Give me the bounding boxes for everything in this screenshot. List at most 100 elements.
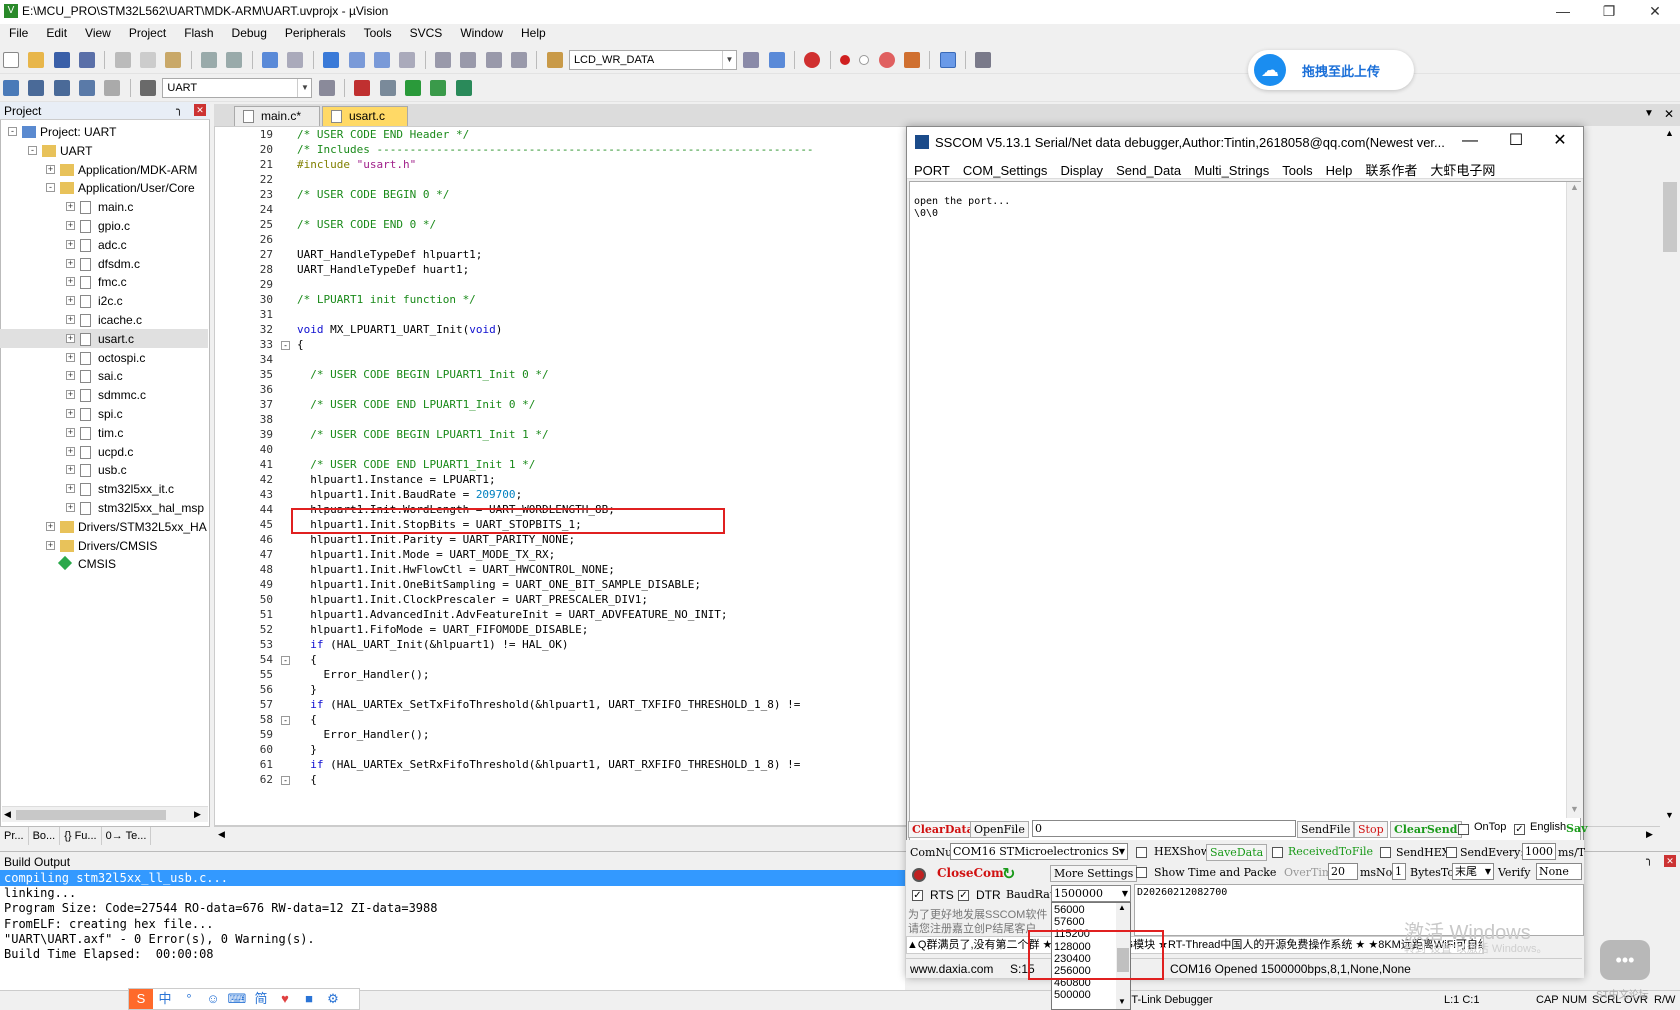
baud-rate-select[interactable]: 1500000 ▼ xyxy=(1051,885,1131,902)
chevron-down-icon[interactable]: ▼ xyxy=(721,51,736,69)
sscom-menu-item[interactable]: Help xyxy=(1319,160,1359,178)
translate-icon[interactable] xyxy=(3,80,19,96)
scroll-up-icon[interactable]: ▲ xyxy=(1118,903,1126,912)
ime-simplified-icon[interactable]: 简 xyxy=(249,989,273,1009)
rts-checkbox[interactable]: ✓ xyxy=(912,890,923,901)
tree-item[interactable]: + stm32l5xx_it.c xyxy=(0,479,208,498)
received-to-file-checkbox[interactable] xyxy=(1272,847,1283,858)
send-hex-checkbox[interactable] xyxy=(1380,847,1391,858)
refresh-icon[interactable]: ↻ xyxy=(1002,864,1015,884)
receive-vscroll[interactable]: ▲ ▼ xyxy=(1566,182,1582,818)
menu-item-file[interactable]: File xyxy=(0,24,37,40)
breakpoint-icon[interactable] xyxy=(840,55,850,65)
expand-icon[interactable]: + xyxy=(66,503,75,512)
sscom-menu-item[interactable]: Tools xyxy=(1275,160,1318,178)
close-button[interactable]: ✕ xyxy=(1632,0,1678,24)
chevron-down-icon[interactable]: ▼ xyxy=(1122,886,1128,901)
send-file-button[interactable]: SendFile xyxy=(1297,821,1355,838)
comment-icon[interactable] xyxy=(485,52,502,68)
sscom-menu-item[interactable]: 大虾电子网 xyxy=(1423,157,1501,179)
pin-icon[interactable]: ╮ xyxy=(176,103,183,116)
sscom-maximize-button[interactable]: ☐ xyxy=(1493,127,1539,157)
incremental-find-icon[interactable] xyxy=(768,52,785,68)
baud-option[interactable]: 500000 xyxy=(1054,989,1091,1001)
baud-option[interactable]: 57600 xyxy=(1054,916,1085,928)
window-layout-icon[interactable] xyxy=(939,52,956,68)
expand-icon[interactable]: + xyxy=(66,221,75,230)
dtr-checkbox[interactable]: ✓ xyxy=(958,890,969,901)
sscom-minimize-button[interactable]: — xyxy=(1447,127,1493,157)
project-tab-3[interactable]: 0→ Te... xyxy=(102,827,152,845)
ime-skin-icon[interactable]: ♥ xyxy=(273,989,297,1009)
find-icon[interactable] xyxy=(743,52,760,68)
menu-item-view[interactable]: View xyxy=(76,24,120,40)
file-path-input[interactable]: 0 xyxy=(1032,820,1296,837)
chevron-down-icon[interactable]: ▼ xyxy=(297,79,311,97)
minimize-button[interactable]: — xyxy=(1540,0,1586,24)
expand-icon[interactable]: + xyxy=(66,333,75,343)
editor-vscroll[interactable]: ▲ ▼ xyxy=(1660,126,1680,826)
stop-build-icon[interactable] xyxy=(104,80,121,96)
ime-emoji-icon[interactable]: ☺ xyxy=(201,989,225,1009)
sscom-menu-item[interactable]: COM_Settings xyxy=(956,160,1054,178)
tree-item[interactable]: + fmc.c xyxy=(0,272,208,291)
tree-item[interactable]: + sdmmc.c xyxy=(0,385,208,404)
configure-icon[interactable] xyxy=(975,52,992,68)
redo-icon[interactable] xyxy=(226,52,243,68)
close-editor-icon[interactable]: ✕ xyxy=(1664,107,1674,121)
scroll-thumb[interactable] xyxy=(16,810,166,820)
news-ticker[interactable]: ▲Q群满员了,没有第二个群 ★合宙高性价比4G模块 ★RT-Thread中国人的… xyxy=(906,936,1484,954)
close-com-button[interactable]: CloseCom xyxy=(934,866,1007,883)
tab-main-c[interactable]: main.c* xyxy=(234,106,320,126)
tree-item[interactable]: - UART xyxy=(0,141,208,160)
ontop-checkbox[interactable] xyxy=(1458,824,1469,835)
tree-item[interactable]: + icache.c xyxy=(0,310,208,329)
indent-icon[interactable] xyxy=(434,52,451,68)
tree-item[interactable]: CMSIS xyxy=(0,554,208,573)
chevron-down-icon[interactable]: ▼ xyxy=(1119,844,1125,859)
com-port-select[interactable]: COM16 STMicroelectronics S ▼ xyxy=(950,843,1128,860)
expand-icon[interactable]: + xyxy=(66,296,75,306)
expand-icon[interactable]: + xyxy=(66,315,75,324)
breakpoint-disable-icon[interactable] xyxy=(859,55,870,65)
ime-chinese-mode-icon[interactable]: 中 xyxy=(153,989,177,1009)
save-data-button[interactable]: SaveData xyxy=(1206,844,1268,861)
clear-data-button[interactable]: ClearData xyxy=(908,821,978,838)
new-file-icon[interactable] xyxy=(3,52,19,68)
expand-icon[interactable]: + xyxy=(66,352,75,362)
bookmark-next-icon[interactable] xyxy=(373,52,390,68)
upload-widget[interactable]: ☁ 拖拽至此上传 xyxy=(1248,50,1414,90)
expand-icon[interactable]: + xyxy=(66,258,75,268)
tab-list-chevron-icon[interactable]: ▼ xyxy=(1644,108,1654,119)
fold-icon[interactable]: - xyxy=(281,776,290,785)
more-settings-button[interactable]: More Settings xyxy=(1050,865,1138,882)
pin-icon[interactable]: ╮ xyxy=(1646,853,1653,866)
sscom-menu-item[interactable]: Send_Data xyxy=(1109,160,1187,178)
code-editor[interactable]: 19 /* USER CODE END Header */ 20 /* Include… xyxy=(214,126,908,826)
rebuild-icon[interactable] xyxy=(53,80,70,96)
baud-option[interactable]: 56000 xyxy=(1054,904,1085,916)
fold-icon[interactable]: - xyxy=(281,656,290,665)
menu-item-svcs[interactable]: SVCS xyxy=(401,24,452,40)
send-every-checkbox[interactable] xyxy=(1446,847,1457,858)
target-options-icon[interactable] xyxy=(318,80,335,96)
sscom-menu-item[interactable]: Display xyxy=(1053,160,1109,178)
send-every-input[interactable]: 1000 xyxy=(1522,843,1556,860)
english-checkbox[interactable]: ✓ xyxy=(1514,824,1525,835)
ime-keyboard-icon[interactable]: ⌨ xyxy=(225,989,249,1009)
scroll-right-icon[interactable]: ▶ xyxy=(194,809,201,820)
maximize-button[interactable]: ❐ xyxy=(1586,0,1632,24)
bookmark-prev-icon[interactable] xyxy=(348,52,365,68)
scroll-down-icon[interactable]: ▼ xyxy=(1118,997,1126,1006)
expand-icon[interactable]: + xyxy=(66,371,75,381)
sscom-menu-item[interactable]: PORT xyxy=(907,160,956,178)
project-tab-1[interactable]: Bo... xyxy=(29,827,61,845)
tree-item[interactable]: + spi.c xyxy=(0,404,208,423)
nav-forward-icon[interactable] xyxy=(287,52,304,68)
tree-item[interactable]: + stm32l5xx_hal_msp xyxy=(0,498,208,517)
manage-components-icon[interactable] xyxy=(354,80,371,96)
build-icon[interactable] xyxy=(28,80,45,96)
tab-usart-c[interactable]: usart.c xyxy=(322,106,408,126)
menu-item-edit[interactable]: Edit xyxy=(37,24,76,40)
expand-icon[interactable]: + xyxy=(66,202,75,212)
